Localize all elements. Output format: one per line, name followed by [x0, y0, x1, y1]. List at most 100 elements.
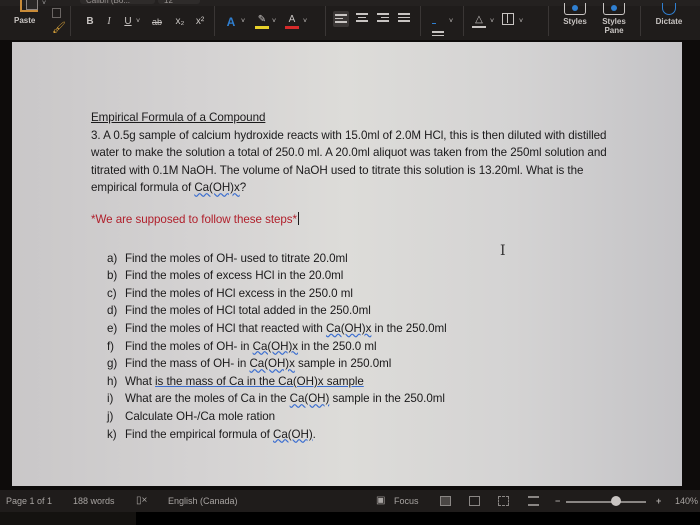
focus-button[interactable]: Focus: [394, 495, 419, 507]
outline-view-button[interactable]: [498, 496, 509, 506]
step-text-part: Find the moles of HCl total added in the…: [125, 304, 371, 318]
styles-icon: [564, 3, 586, 15]
bezel-dark: [136, 512, 700, 525]
step-text-part: Find the moles of excess HCl in the 20.0…: [125, 269, 344, 283]
proofing-icon[interactable]: ▯×: [136, 495, 147, 507]
justify-button[interactable]: [398, 13, 410, 25]
font-color-button[interactable]: A: [285, 14, 299, 29]
language-indicator[interactable]: English (Canada): [168, 495, 238, 507]
step-text-part: Calculate OH-/Ca mole ration: [125, 409, 276, 423]
styles-pane-label-2: Pane: [604, 26, 624, 35]
font-size-value: 12: [164, 0, 173, 5]
step-text-part: Find the empirical formula of: [125, 427, 273, 441]
flagged-text: Ca(OH): [289, 392, 330, 406]
styles-pane-button[interactable]: Styles Pane: [597, 3, 631, 35]
step-text-part: Find the mass of OH- in: [125, 357, 250, 371]
underline-options-chevron[interactable]: ˅: [136, 14, 140, 30]
step-text-part: in the 250.0 ml: [298, 339, 377, 353]
dictate-button[interactable]: Dictate: [649, 3, 689, 26]
step-text: Find the mass of OH- in Ca(OH)x sample i…: [125, 355, 391, 373]
font-color-chevron[interactable]: ˅: [303, 14, 307, 30]
zoom-slider-thumb[interactable]: [610, 496, 621, 506]
step-text: Find the moles of HCl total added in the…: [125, 302, 371, 320]
zoom-slider[interactable]: [566, 501, 646, 503]
align-left-button[interactable]: [333, 11, 349, 27]
step-item: f) Find the moles of OH- in Ca(OH)x in th…: [107, 338, 621, 356]
align-center-button[interactable]: [356, 13, 368, 25]
step-label: j): [107, 409, 114, 423]
line-spacing-button[interactable]: [432, 13, 444, 36]
paste-button[interactable]: ˅ Paste 🖌: [8, 0, 68, 38]
step-text-part: sample in 250.0ml: [294, 357, 392, 371]
format-painter-icon[interactable]: 🖌: [52, 23, 66, 34]
text-effects-chevron[interactable]: ˅: [241, 14, 245, 30]
align-right-button[interactable]: [377, 13, 389, 25]
step-text-part: sample in the 250.0ml: [329, 392, 445, 406]
borders-chevron[interactable]: ˅: [519, 14, 523, 30]
step-text: Find the empirical formula of Ca(OH).: [125, 426, 316, 444]
bold-button[interactable]: B: [84, 14, 96, 30]
align-center-icon: [356, 13, 368, 22]
step-text-part: in the 250.0ml: [371, 321, 447, 335]
document-body[interactable]: Empirical Formula of a Compound 3. A 0.5…: [91, 109, 621, 443]
step-label: f): [107, 339, 114, 353]
zoom-out-button[interactable]: −: [555, 495, 560, 507]
steps-note: *We are supposed to follow these steps*: [91, 211, 621, 229]
step-label: a): [107, 251, 118, 265]
step-text: Calculate OH-/Ca mole ration: [125, 408, 275, 426]
copy-icon[interactable]: [52, 8, 61, 18]
line-spacing-icon: [432, 13, 444, 36]
note-text: *We are supposed to follow these steps*: [91, 212, 298, 226]
step-text: Find the moles of HCl excess in the 250.…: [125, 285, 353, 303]
underline-button[interactable]: U: [122, 14, 134, 30]
font-name-value: Calibri (Bo...: [86, 0, 131, 5]
divider: [214, 6, 215, 36]
step-label: g): [107, 357, 118, 371]
i-beam-cursor-icon: I: [500, 243, 506, 259]
italic-button[interactable]: I: [103, 14, 115, 30]
page-count[interactable]: Page 1 of 1: [6, 495, 52, 507]
highlight-chevron[interactable]: ˅: [272, 14, 276, 30]
web-layout-view-button[interactable]: [469, 496, 480, 506]
borders-button[interactable]: [502, 13, 514, 25]
clipboard-icon: [20, 0, 38, 12]
step-text-part: Find the moles of HCl that reacted with: [125, 321, 326, 335]
highlight-button[interactable]: ✎: [255, 14, 269, 29]
zoom-level[interactable]: 140%: [675, 495, 698, 507]
step-label: h): [107, 374, 118, 388]
step-item: j) Calculate OH-/Ca mole ration: [107, 408, 621, 426]
step-item: e) Find the moles of HCl that reacted wit…: [107, 320, 621, 338]
shading-chevron[interactable]: ˅: [490, 14, 494, 30]
subscript-button[interactable]: x₂: [174, 14, 186, 30]
flagged-text: Ca(OH)x: [325, 321, 372, 335]
step-label: e): [107, 321, 118, 335]
steps-list: a) Find the moles of OH- used to titrate …: [107, 250, 621, 444]
chevron-down-icon[interactable]: ˅: [42, 0, 46, 7]
step-item: c) Find the moles of HCl excess in the 25…: [107, 285, 621, 303]
dictate-label: Dictate: [655, 17, 683, 26]
focus-icon: ▣: [376, 495, 386, 506]
flagged-text: Ca(OH)x: [252, 339, 299, 353]
shading-button[interactable]: △: [472, 14, 486, 28]
step-text-part: .: [312, 427, 316, 441]
microphone-icon: [662, 3, 676, 15]
document-title: Empirical Formula of a Compound: [91, 111, 266, 124]
line-spacing-chevron[interactable]: ˅: [449, 14, 453, 30]
divider: [420, 6, 421, 36]
zoom-in-button[interactable]: +: [656, 495, 661, 507]
word-count[interactable]: 188 words: [73, 495, 115, 507]
styles-button[interactable]: Styles: [558, 3, 592, 26]
align-right-icon: [377, 13, 389, 22]
draft-view-button[interactable]: [528, 496, 539, 506]
styles-pane-label: Styles: [602, 17, 626, 26]
step-item: d) Find the moles of HCl total added in t…: [107, 302, 621, 320]
step-label: c): [107, 286, 117, 300]
superscript-button[interactable]: x²: [194, 14, 206, 30]
text-effects-button[interactable]: A: [224, 14, 238, 30]
print-layout-view-button[interactable]: [440, 496, 451, 506]
strikethrough-button[interactable]: ab: [150, 14, 164, 30]
step-item: i) What are the moles of Ca in the Ca(OH)…: [107, 390, 621, 408]
justify-icon: [398, 13, 410, 22]
flagged-text: Ca(OH): [273, 427, 313, 441]
ribbon-top-row: Calibri (Bo... 12: [0, 0, 700, 6]
